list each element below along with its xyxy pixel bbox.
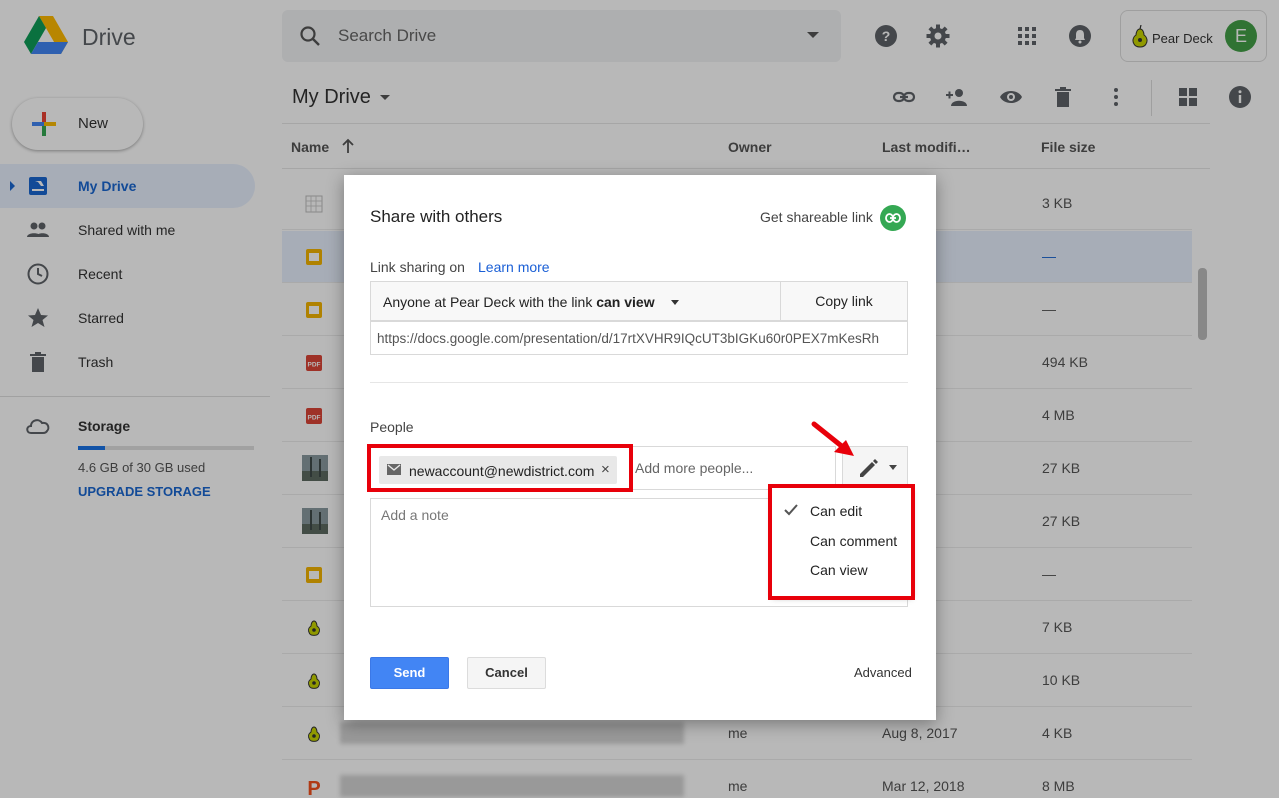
dropdown-caret-icon xyxy=(671,300,679,305)
get-shareable-link-label[interactable]: Get shareable link xyxy=(760,209,873,225)
link-sharing-status: Link sharing on xyxy=(370,259,465,275)
share-url-field[interactable] xyxy=(371,322,907,354)
advanced-link[interactable]: Advanced xyxy=(854,665,912,680)
send-button[interactable]: Send xyxy=(370,657,449,689)
dialog-separator xyxy=(370,382,908,383)
cancel-button[interactable]: Cancel xyxy=(467,657,546,689)
learn-more-link[interactable]: Learn more xyxy=(478,259,550,275)
dropdown-caret-icon xyxy=(889,465,897,470)
shareable-link-toggle[interactable] xyxy=(880,205,906,231)
dialog-title: Share with others xyxy=(370,207,503,226)
copy-link-button[interactable]: Copy link xyxy=(780,281,908,321)
share-url-box xyxy=(370,321,908,355)
highlight-box-email xyxy=(367,444,633,492)
link-access-text: Anyone at Pear Deck with the link can vi… xyxy=(383,294,655,310)
add-people-input[interactable] xyxy=(635,453,831,483)
red-arrow-icon xyxy=(811,421,854,456)
pencil-edit-icon xyxy=(860,459,878,477)
link-access-dropdown[interactable]: Anyone at Pear Deck with the link can vi… xyxy=(370,281,782,321)
highlight-box-menu xyxy=(768,484,915,600)
link-icon xyxy=(885,213,901,223)
people-label: People xyxy=(370,419,414,435)
